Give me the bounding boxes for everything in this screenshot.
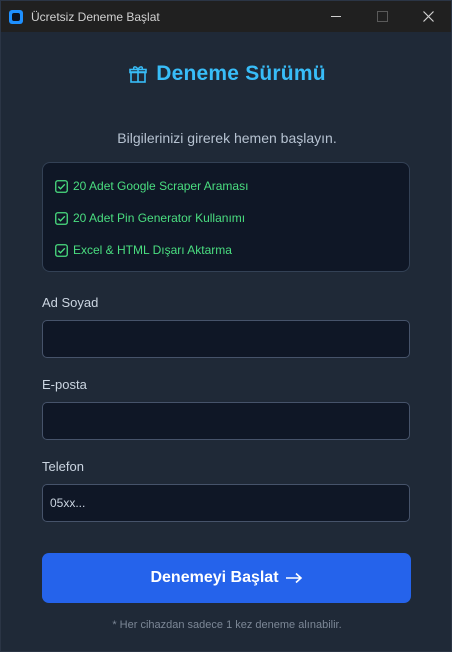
footnote: * Her cihazdan sadece 1 kez deneme alına… bbox=[112, 619, 342, 631]
close-icon bbox=[422, 11, 434, 22]
checkbox-checked-icon bbox=[55, 243, 68, 257]
subtitle: Bilgilerinizi girerek hemen başlayın. bbox=[117, 130, 337, 146]
gift-icon bbox=[129, 66, 148, 83]
feature-label: 20 Adet Pin Generator Kullanımı bbox=[73, 211, 246, 225]
phone-label: Telefon bbox=[42, 459, 84, 474]
checkbox-checked-icon bbox=[55, 179, 68, 193]
name-field[interactable] bbox=[42, 320, 410, 358]
title-bar: Ücretsiz Deneme Başlat bbox=[1, 1, 451, 32]
maximize-icon bbox=[376, 11, 388, 22]
minimize-icon bbox=[331, 16, 341, 17]
trial-window: Ücretsiz Deneme Başlat Deneme Sürümü Bil… bbox=[0, 0, 452, 652]
features-panel: 20 Adet Google Scraper Araması 20 Adet P… bbox=[42, 162, 410, 272]
maximize-button bbox=[359, 1, 405, 32]
page-title-row: Deneme Sürümü bbox=[128, 62, 326, 86]
page-title: Deneme Sürümü bbox=[156, 62, 326, 85]
feature-label: 20 Adet Google Scraper Araması bbox=[73, 179, 249, 193]
phone-field[interactable] bbox=[42, 484, 410, 522]
feature-item: 20 Adet Google Scraper Araması bbox=[55, 179, 248, 193]
header: Deneme Sürümü bbox=[1, 62, 452, 89]
start-trial-button[interactable]: Denemeyi Başlat bbox=[42, 553, 411, 603]
checkbox-checked-icon bbox=[55, 211, 68, 225]
window-controls bbox=[313, 1, 451, 32]
app-icon bbox=[9, 9, 23, 24]
email-label: E-posta bbox=[42, 377, 87, 392]
minimize-button[interactable] bbox=[313, 1, 359, 32]
feature-item: 20 Adet Pin Generator Kullanımı bbox=[55, 211, 245, 225]
arrow-right-icon bbox=[285, 572, 302, 584]
feature-item: Excel & HTML Dışarı Aktarma bbox=[55, 243, 232, 257]
start-trial-label: Denemeyi Başlat bbox=[150, 569, 279, 586]
feature-label: Excel & HTML Dışarı Aktarma bbox=[73, 243, 232, 257]
window-title: Ücretsiz Deneme Başlat bbox=[31, 9, 160, 24]
close-button[interactable] bbox=[405, 1, 451, 32]
email-field[interactable] bbox=[42, 402, 410, 440]
name-label: Ad Soyad bbox=[42, 295, 99, 310]
